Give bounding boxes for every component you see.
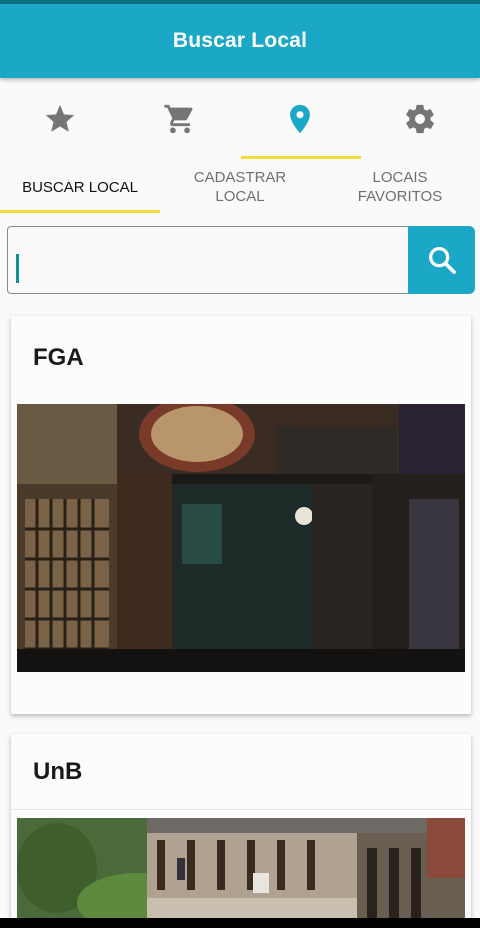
search-input[interactable]: [7, 226, 409, 294]
search-icon: [428, 247, 456, 274]
tab-location[interactable]: [240, 78, 360, 160]
tab-cadastrar-local[interactable]: CADASTRAR LOCAL: [160, 160, 320, 214]
place-name: FGA: [33, 344, 84, 371]
card-divider: [11, 809, 471, 810]
icon-tab-bar: [0, 78, 480, 160]
app-screen: Buscar Local BUSCAR LOCAL CADASTRAR LOCA…: [0, 0, 480, 918]
location-pin-icon: [290, 104, 310, 134]
cart-icon: [164, 104, 193, 134]
campus-walkway-photo: [17, 818, 465, 918]
text-cursor: [16, 254, 19, 283]
gear-icon: [406, 104, 434, 134]
search-bar: [7, 226, 475, 294]
tab-settings[interactable]: [360, 78, 480, 160]
text-tab-bar: BUSCAR LOCAL CADASTRAR LOCAL LOCAIS FAVO…: [0, 160, 480, 214]
tab-label: CADASTRAR LOCAL: [193, 169, 287, 205]
tab-label: LOCAIS FAVORITOS: [357, 169, 443, 205]
place-photo: [17, 818, 465, 918]
tab-label: BUSCAR LOCAL: [22, 178, 138, 196]
place-card[interactable]: FGA: [11, 316, 471, 714]
tab-locais-favoritos[interactable]: LOCAIS FAVORITOS: [320, 160, 480, 214]
storefront-photo: [17, 404, 465, 672]
search-button[interactable]: [408, 226, 475, 294]
text-tab-indicator: [0, 210, 160, 213]
place-name: UnB: [33, 758, 83, 785]
page-title: Buscar Local: [172, 29, 308, 52]
place-photo: [17, 404, 465, 672]
icon-tab-indicator: [241, 156, 361, 159]
tab-buscar-local[interactable]: BUSCAR LOCAL: [0, 160, 160, 214]
tab-cart[interactable]: [120, 78, 240, 160]
star-icon: [45, 104, 75, 132]
tab-favorites[interactable]: [0, 78, 120, 160]
app-bar: Buscar Local: [0, 4, 480, 78]
place-card[interactable]: UnB: [11, 734, 471, 918]
system-nav-bar: [0, 918, 480, 928]
